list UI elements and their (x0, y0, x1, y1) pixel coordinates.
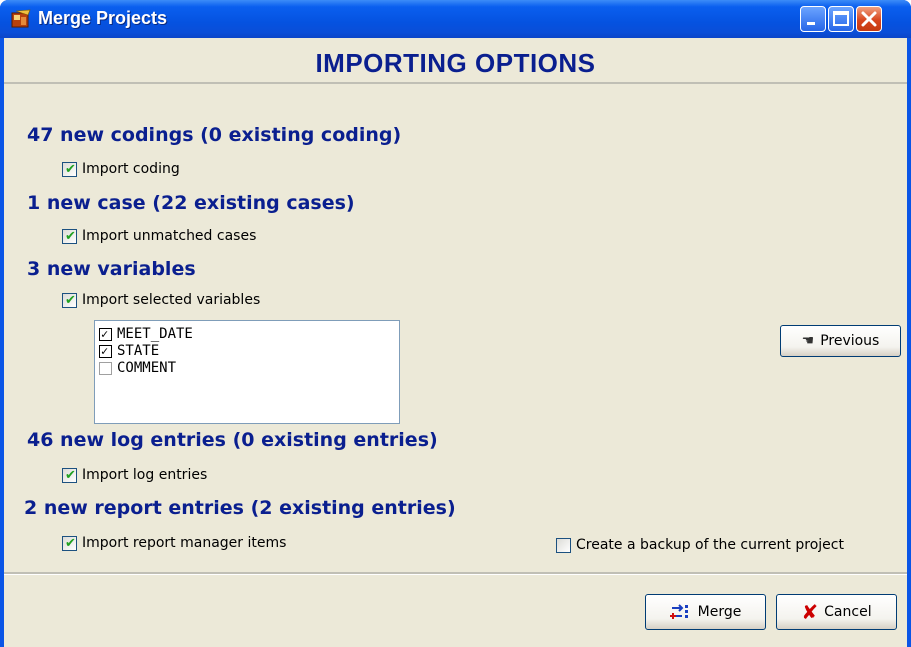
close-button[interactable] (856, 6, 882, 32)
check-icon: ✔ (65, 468, 76, 483)
dialog-body: IMPORTING OPTIONS 47 new codings (0 exis… (4, 38, 907, 647)
variables-listbox[interactable]: ✓ MEET_DATE ✓ STATE COMMENT (94, 320, 400, 424)
cases-heading: 1 new case (22 existing cases) (27, 192, 355, 214)
close-icon (861, 11, 877, 27)
list-item-label: STATE (117, 343, 160, 359)
checkbox-box[interactable]: ✔ (62, 468, 77, 483)
checkbox-box[interactable] (556, 538, 571, 553)
page-title: IMPORTING OPTIONS (315, 48, 596, 78)
checkbox-box[interactable]: ✔ (62, 162, 77, 177)
cancel-label: Cancel (824, 604, 872, 620)
import-report-label: Import report manager items (82, 535, 287, 551)
list-item-label: MEET_DATE (117, 326, 193, 342)
app-icon (11, 9, 31, 28)
backup-label: Create a backup of the current project (576, 537, 844, 553)
log-heading: 46 new log entries (0 existing entries) (27, 429, 438, 451)
maximize-button[interactable] (828, 6, 854, 32)
import-variables-label: Import selected variables (82, 292, 261, 308)
item-checkbox[interactable] (99, 362, 112, 375)
window-title: Merge Projects (38, 8, 168, 28)
codings-heading: 47 new codings (0 existing coding) (27, 124, 402, 146)
previous-button[interactable]: ☚ Previous (780, 325, 901, 357)
merge-icon (669, 604, 688, 619)
pointing-hand-icon: ☚ (801, 333, 815, 349)
title-bar[interactable]: Merge Projects (0, 0, 911, 38)
checkbox-box[interactable]: ✔ (62, 536, 77, 551)
check-icon: ✔ (65, 536, 76, 551)
merge-label: Merge (697, 604, 742, 620)
cancel-button[interactable]: ✘ Cancel (776, 594, 897, 630)
list-item-label: COMMENT (117, 360, 177, 376)
page-header: IMPORTING OPTIONS (4, 38, 907, 84)
import-log-label: Import log entries (82, 467, 208, 483)
divider (4, 572, 907, 575)
checkbox-box[interactable]: ✔ (62, 229, 77, 244)
previous-label: Previous (820, 333, 880, 349)
variables-heading: 3 new variables (27, 258, 196, 280)
maximize-icon (833, 11, 849, 26)
item-checkbox[interactable]: ✓ (99, 327, 112, 341)
cancel-x-icon: ✘ (801, 600, 819, 624)
merge-projects-window: Merge Projects IMPORTING OPTIONS 47 new … (0, 0, 911, 647)
minimize-icon (807, 22, 815, 25)
checkbox-box[interactable]: ✔ (62, 293, 77, 308)
check-icon: ✔ (65, 293, 76, 308)
minimize-button[interactable] (800, 6, 826, 32)
report-heading: 2 new report entries (2 existing entries… (24, 497, 456, 519)
import-coding-label: Import coding (82, 161, 180, 177)
merge-button[interactable]: Merge (645, 594, 766, 630)
import-cases-label: Import unmatched cases (82, 228, 257, 244)
check-icon: ✔ (65, 162, 76, 177)
item-checkbox[interactable]: ✓ (99, 344, 112, 358)
check-icon: ✔ (65, 229, 76, 244)
